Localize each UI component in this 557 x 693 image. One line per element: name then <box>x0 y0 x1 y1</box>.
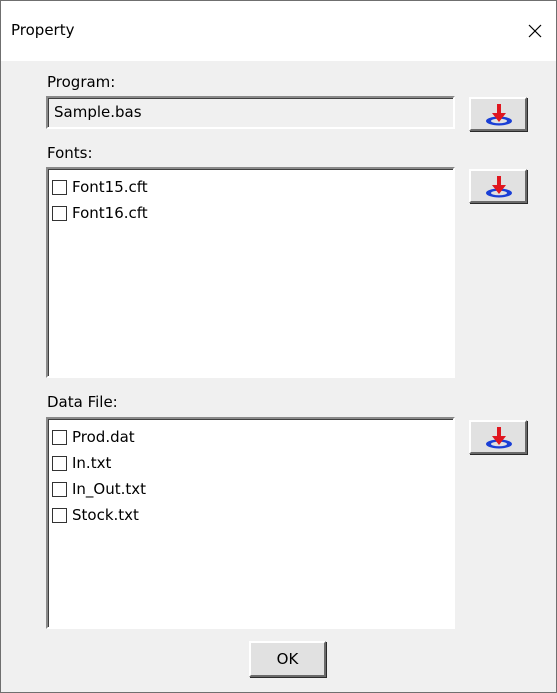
data-file-checkbox[interactable] <box>52 481 67 497</box>
window-title: Property <box>11 21 75 39</box>
data-file-label: Data File: <box>47 393 118 411</box>
ok-button-label: OK <box>276 650 299 668</box>
download-to-disk-icon <box>486 427 512 449</box>
property-dialog: Property Program: Sample.bas Fonts: Font… <box>0 0 557 693</box>
program-download-button[interactable] <box>469 97 527 131</box>
program-value: Sample.bas <box>54 103 142 121</box>
close-button[interactable] <box>512 1 556 61</box>
list-item[interactable]: Stock.txt <box>52 502 453 528</box>
font-checkbox[interactable] <box>52 205 67 221</box>
data-file-checkbox[interactable] <box>52 455 67 471</box>
data-file-item-label: In.txt <box>72 454 112 472</box>
list-item[interactable]: Prod.dat <box>52 424 453 450</box>
program-label: Program: <box>47 73 116 91</box>
font-item-label: Font15.cft <box>72 178 148 196</box>
data-file-item-label: Stock.txt <box>72 506 139 524</box>
data-file-checkbox[interactable] <box>52 507 67 523</box>
data-file-checkbox[interactable] <box>52 429 67 445</box>
fonts-download-button[interactable] <box>469 169 527 203</box>
fonts-label: Fonts: <box>47 144 93 162</box>
list-item[interactable]: In_Out.txt <box>52 476 453 502</box>
list-item[interactable]: In.txt <box>52 450 453 476</box>
data-file-list[interactable]: Prod.dat In.txt In_Out.txt Stock.txt <box>46 417 455 629</box>
fonts-list[interactable]: Font15.cft Font16.cft <box>46 167 455 378</box>
close-icon <box>528 24 542 38</box>
download-to-disk-icon <box>486 176 512 198</box>
title-bar: Property <box>1 1 556 61</box>
font-item-label: Font16.cft <box>72 204 148 222</box>
list-item[interactable]: Font15.cft <box>52 174 453 200</box>
data-file-download-button[interactable] <box>469 420 527 454</box>
program-field: Sample.bas <box>46 96 455 129</box>
ok-button[interactable]: OK <box>249 641 326 677</box>
data-file-item-label: Prod.dat <box>72 428 135 446</box>
download-to-disk-icon <box>486 104 512 126</box>
list-item[interactable]: Font16.cft <box>52 200 453 226</box>
data-file-item-label: In_Out.txt <box>72 480 147 498</box>
font-checkbox[interactable] <box>52 179 67 195</box>
